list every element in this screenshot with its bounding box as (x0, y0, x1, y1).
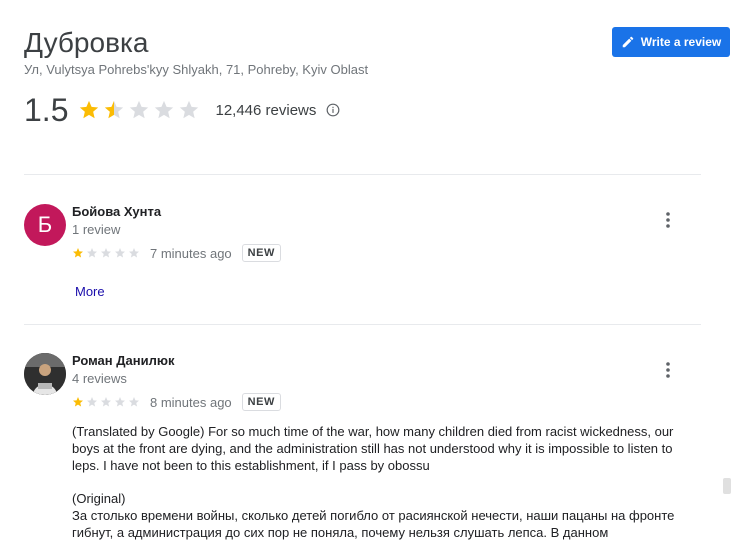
scrollbar-thumb[interactable] (723, 478, 731, 494)
star-icon (73, 397, 83, 407)
more-vert-icon[interactable] (661, 210, 675, 230)
star-empty-icon (87, 248, 97, 258)
author-review-count: 1 review (72, 222, 121, 237)
star-empty-icon (129, 248, 139, 258)
write-review-button[interactable]: Write a review (612, 27, 730, 57)
rating-stars (78, 99, 203, 121)
review-count[interactable]: 12,446 reviews (215, 102, 316, 119)
star-empty-icon (130, 100, 149, 119)
star-icon (73, 248, 83, 258)
star-empty-icon (87, 397, 97, 407)
review-meta: 8 minutes ago NEW (72, 393, 281, 411)
star-empty-icon (180, 100, 199, 119)
review-time: 8 minutes ago (150, 394, 232, 410)
review-original: За столько времени войны, сколько детей … (72, 508, 675, 540)
info-icon[interactable] (326, 103, 340, 117)
avatar-photo-icon (24, 353, 66, 395)
review-text: (Translated by Google) For so much time … (72, 423, 682, 541)
place-address: Ул, Vulytsya Pohrebs'kyy Shlyakh, 71, Po… (24, 62, 369, 77)
review-time: 7 minutes ago (150, 245, 232, 261)
divider (24, 324, 701, 325)
original-label: (Original) (72, 491, 126, 506)
new-badge: NEW (241, 393, 281, 411)
review-author[interactable]: Роман Данилюк (72, 353, 174, 368)
place-title: Дубровка (24, 27, 149, 58)
rating-summary: 1.5 12,446 reviews (24, 92, 340, 128)
review-author[interactable]: Бойова Хунта (72, 204, 161, 219)
author-review-count: 4 reviews (72, 371, 127, 386)
new-badge: NEW (241, 244, 281, 262)
review-item: Роман Данилюк 4 reviews 8 minutes ago NE… (24, 353, 714, 554)
review-meta: 7 minutes ago NEW (72, 244, 281, 262)
avatar[interactable]: Б (24, 204, 66, 246)
star-empty-icon (115, 248, 125, 258)
star-half-icon (105, 100, 124, 119)
avatar[interactable] (24, 353, 66, 395)
star-empty-icon (129, 397, 139, 407)
star-empty-icon (101, 397, 111, 407)
rating-value: 1.5 (24, 91, 69, 128)
review-translated: (Translated by Google) For so much time … (72, 424, 674, 473)
pencil-icon (622, 36, 634, 48)
write-review-label: Write a review (640, 35, 722, 49)
star-empty-icon (115, 397, 125, 407)
star-icon (80, 100, 99, 119)
star-empty-icon (155, 100, 174, 119)
divider (24, 174, 701, 175)
more-link[interactable]: More (75, 284, 105, 299)
review-item: Б Бойова Хунта 1 review 7 minutes ago NE… (24, 204, 714, 304)
star-empty-icon (101, 248, 111, 258)
more-vert-icon[interactable] (661, 360, 675, 380)
